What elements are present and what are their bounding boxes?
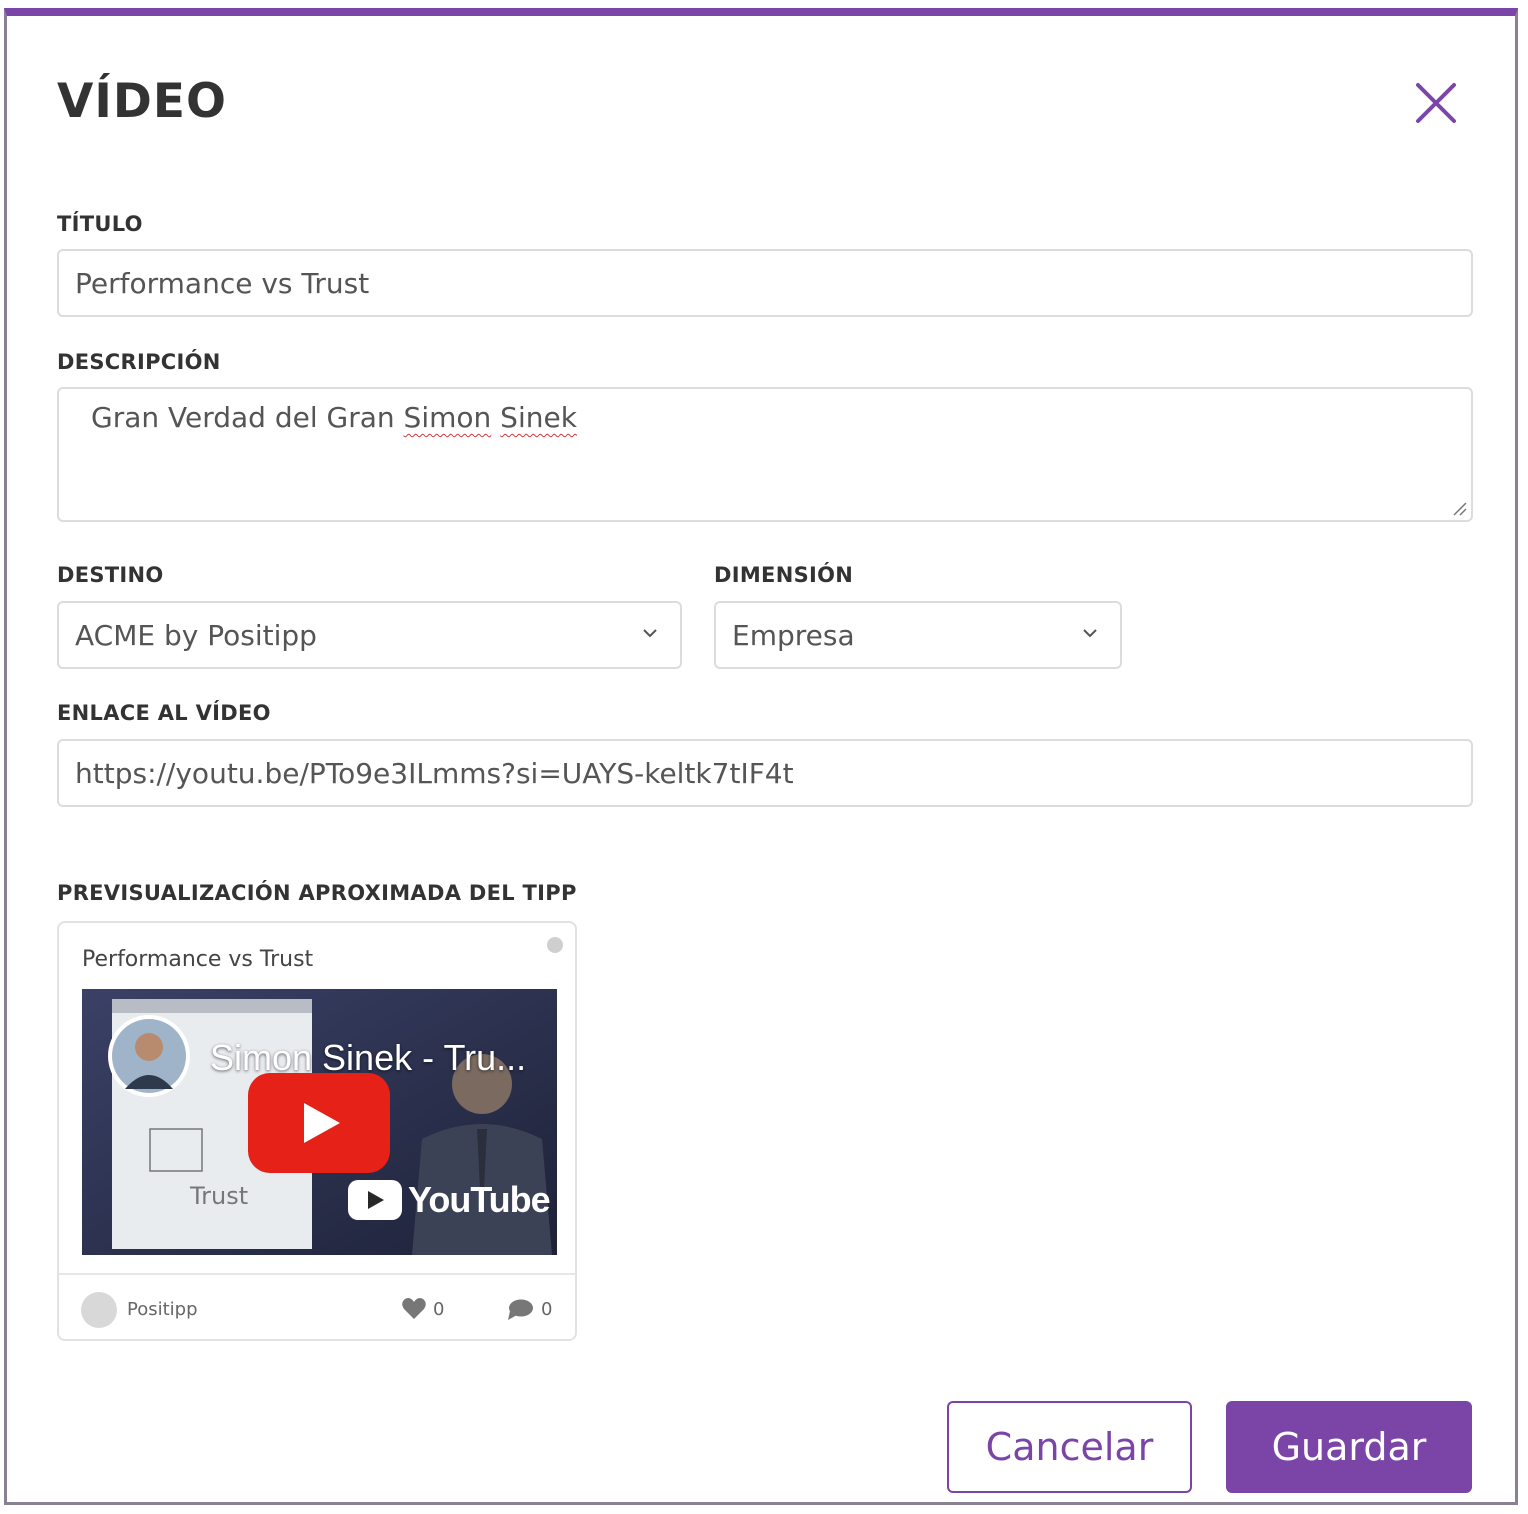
whiteboard-text: Trust: [189, 1182, 248, 1210]
save-button[interactable]: Guardar: [1226, 1401, 1472, 1493]
descripcion-value: Gran Verdad del Gran Simon Sinek: [91, 401, 577, 434]
video-dialog: VÍDEO TÍTULO Performance vs Trust DESCRI…: [4, 8, 1518, 1505]
dimension-select[interactable]: Empresa: [714, 601, 1122, 669]
play-icon: [304, 1103, 340, 1143]
youtube-logo: YouTube: [348, 1179, 551, 1221]
heart-icon[interactable]: [401, 1297, 427, 1321]
avatar: [81, 1292, 117, 1328]
likes-count: 0: [433, 1299, 445, 1320]
status-dot: [547, 937, 563, 953]
tipp-preview-card: Performance vs Trust Trust Simon Sinek -…: [57, 921, 577, 1341]
destino-value: ACME by Positipp: [75, 618, 317, 652]
author-name: Positipp: [127, 1299, 198, 1320]
titulo-label: TÍTULO: [57, 212, 143, 236]
chevron-down-icon: [643, 629, 657, 638]
comments-count: 0: [541, 1299, 553, 1320]
descripcion-label: DESCRIPCIÓN: [57, 350, 221, 374]
preview-label: PREVISUALIZACIÓN APROXIMADA DEL TIPP: [57, 881, 577, 905]
card-footer: Positipp 0 0: [59, 1273, 575, 1339]
enlace-value: https://youtu.be/PTo9e3ILmms?si=UAYS-kel…: [75, 756, 794, 790]
dialog-title: VÍDEO: [57, 74, 227, 129]
dimension-label: DIMENSIÓN: [714, 563, 854, 587]
video-thumbnail[interactable]: Trust Simon Sinek - Tru... YouTube: [82, 989, 557, 1255]
resize-handle-icon[interactable]: [1450, 499, 1468, 517]
card-title: Performance vs Trust: [82, 947, 314, 972]
descripcion-textarea[interactable]: Gran Verdad del Gran Simon Sinek: [57, 387, 1473, 522]
titulo-value: Performance vs Trust: [75, 266, 370, 300]
cancel-button[interactable]: Cancelar: [947, 1401, 1192, 1493]
destino-label: DESTINO: [57, 563, 164, 587]
comment-icon[interactable]: [507, 1299, 533, 1321]
enlace-label: ENLACE AL VÍDEO: [57, 701, 271, 725]
enlace-input[interactable]: https://youtu.be/PTo9e3ILmms?si=UAYS-kel…: [57, 739, 1473, 807]
youtube-wordmark: YouTube: [408, 1179, 551, 1220]
play-button[interactable]: [248, 1073, 390, 1173]
close-icon[interactable]: [1412, 79, 1460, 127]
dimension-value: Empresa: [732, 618, 855, 652]
youtube-play-icon: [348, 1180, 402, 1220]
destino-select[interactable]: ACME by Positipp: [57, 601, 682, 669]
chevron-down-icon: [1083, 629, 1097, 638]
titulo-input[interactable]: Performance vs Trust: [57, 249, 1473, 317]
